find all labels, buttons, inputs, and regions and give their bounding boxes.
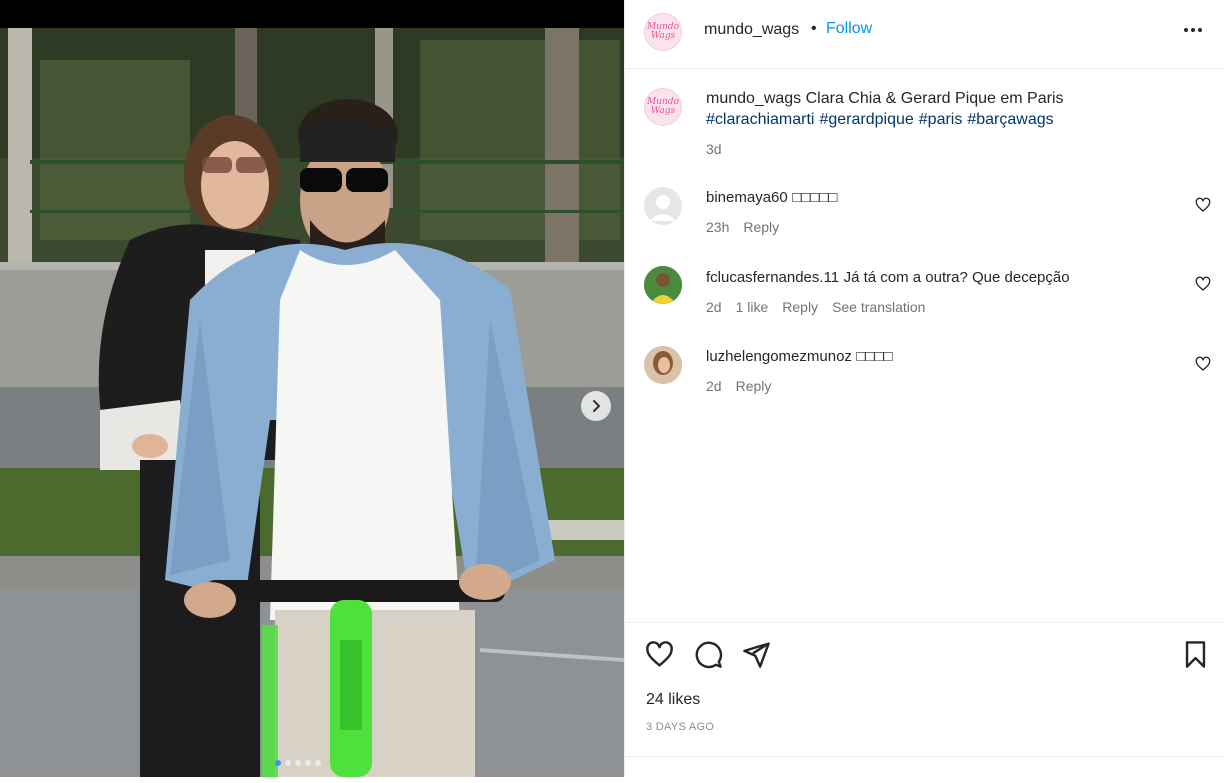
likes-count[interactable]: 24 likes bbox=[646, 691, 700, 709]
comment-avatar[interactable] bbox=[644, 346, 682, 384]
comment-like-heart-icon[interactable] bbox=[1195, 356, 1211, 372]
comment-text: Já tá com a outra? Que decepção bbox=[843, 269, 1070, 286]
reply-button[interactable]: Reply bbox=[782, 299, 818, 315]
comment-username[interactable]: luzhelengomezmunoz bbox=[706, 348, 852, 365]
comment-line: luzhelengomezmunoz □□□□ bbox=[706, 348, 893, 366]
caption-text: Clara Chia & Gerard Pique em Paris bbox=[805, 90, 1064, 107]
author-avatar[interactable]: Mundo Wags bbox=[644, 13, 682, 51]
next-photo-button[interactable] bbox=[581, 391, 611, 421]
avatar-logo: Mundo Wags bbox=[647, 97, 679, 116]
comment-time: 23h bbox=[706, 219, 730, 235]
hashtag-link[interactable]: #clarachiamarti bbox=[706, 111, 814, 128]
carousel-dot bbox=[305, 760, 311, 766]
follow-button[interactable]: Follow bbox=[826, 20, 872, 38]
reply-button[interactable]: Reply bbox=[736, 378, 772, 394]
share-icon[interactable] bbox=[742, 640, 771, 669]
user-photo bbox=[644, 266, 682, 304]
post-side-panel: Mundo Wags mundo_wags • Follow Mundo Wag… bbox=[624, 0, 1224, 777]
user-photo bbox=[644, 346, 682, 384]
post-photo bbox=[0, 0, 624, 777]
comment-icon[interactable] bbox=[694, 640, 723, 669]
comment-meta: 2d 1 like Reply See translation bbox=[706, 299, 939, 315]
carousel-dot bbox=[275, 760, 281, 766]
author-username[interactable]: mundo_wags bbox=[704, 21, 799, 39]
carousel-dot bbox=[315, 760, 321, 766]
caption-line: mundo_wags Clara Chia & Gerard Pique em … bbox=[706, 90, 1064, 108]
comment-text: □□□□□ bbox=[792, 189, 838, 206]
comment-like-heart-icon[interactable] bbox=[1195, 276, 1211, 292]
post-time-ago: 3 DAYS AGO bbox=[646, 721, 715, 733]
carousel-dot bbox=[285, 760, 291, 766]
photo-illustration bbox=[0, 0, 624, 777]
comment-meta: 23h Reply bbox=[706, 219, 793, 235]
comment-time: 2d bbox=[706, 299, 722, 315]
hashtag-link[interactable]: #barçawags bbox=[967, 111, 1053, 128]
comment-username[interactable]: fclucasfernandes.11 bbox=[706, 269, 839, 286]
comment-meta: 2d Reply bbox=[706, 378, 785, 394]
comment-avatar[interactable] bbox=[644, 187, 682, 225]
see-translation-button[interactable]: See translation bbox=[832, 299, 925, 315]
post-actions: 24 likes 3 DAYS AGO bbox=[625, 622, 1224, 783]
separator-dot: • bbox=[811, 20, 817, 37]
more-icon bbox=[1184, 28, 1202, 32]
caption-time: 3d bbox=[706, 141, 722, 157]
chevron-right-icon bbox=[593, 400, 600, 412]
heart-icon[interactable] bbox=[645, 640, 674, 669]
default-avatar-icon bbox=[650, 195, 676, 221]
comment-text: □□□□ bbox=[856, 348, 893, 365]
reply-button[interactable]: Reply bbox=[743, 219, 779, 235]
bookmark-icon[interactable] bbox=[1182, 640, 1209, 669]
caption-hashtags: #clarachiamarti #gerardpique #paris #barçaw… bbox=[706, 111, 1059, 129]
comment-time: 2d bbox=[706, 378, 722, 394]
carousel-indicator bbox=[275, 760, 321, 766]
caption-meta: 3d bbox=[706, 141, 736, 157]
caption-avatar[interactable]: Mundo Wags bbox=[644, 88, 682, 126]
comment-likes[interactable]: 1 like bbox=[736, 299, 769, 315]
more-options-button[interactable] bbox=[1183, 20, 1203, 46]
comment-avatar[interactable] bbox=[644, 266, 682, 304]
comment-line: binemaya60 □□□□□ bbox=[706, 189, 838, 207]
divider bbox=[625, 756, 1224, 757]
comment-line: fclucasfernandes.11 Já tá com a outra? Q… bbox=[706, 269, 1070, 287]
hashtag-link[interactable]: #paris bbox=[919, 111, 963, 128]
post-header: Mundo Wags mundo_wags • Follow bbox=[625, 0, 1224, 69]
avatar-logo: Mundo Wags bbox=[647, 22, 679, 41]
hashtag-link[interactable]: #gerardpique bbox=[819, 111, 913, 128]
carousel-dot bbox=[295, 760, 301, 766]
comment-like-heart-icon[interactable] bbox=[1195, 197, 1211, 213]
caption-username[interactable]: mundo_wags bbox=[706, 90, 801, 107]
comment-username[interactable]: binemaya60 bbox=[706, 189, 788, 206]
